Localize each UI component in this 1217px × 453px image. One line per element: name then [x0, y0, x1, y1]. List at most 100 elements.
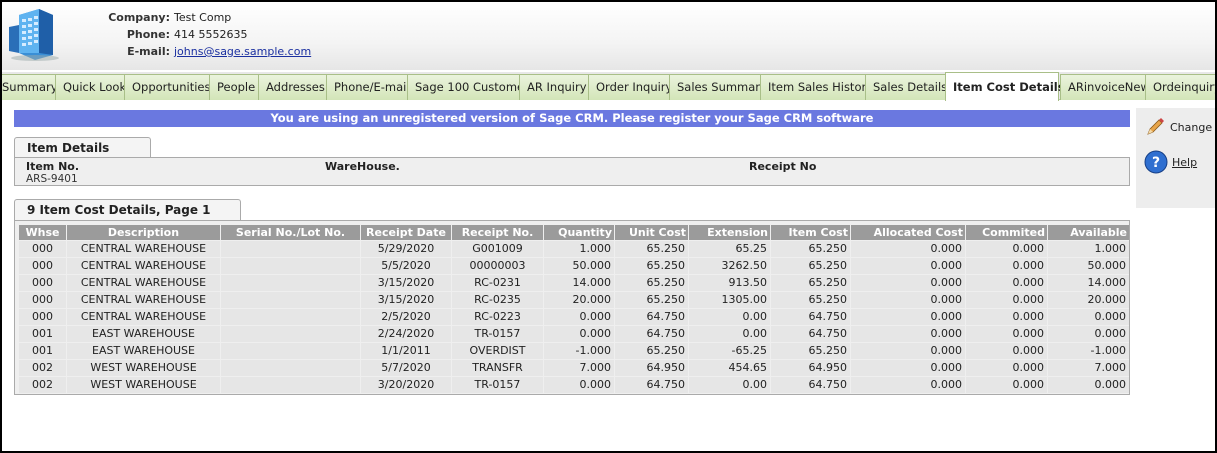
tab-opportunities[interactable]: Opportunities [124, 74, 210, 100]
column-header[interactable]: Quantity [544, 225, 614, 240]
tab-arinvoicenew[interactable]: ARinvoiceNew [1060, 74, 1150, 100]
table-cell: 5/29/2020 [361, 241, 451, 257]
table-cell: 65.250 [771, 275, 850, 291]
item-details-tab: Item Details [14, 137, 151, 158]
table-row: 000 CENTRAL WAREHOUSE 5/5/2020 00000003 50.0… [19, 258, 1129, 274]
column-header[interactable]: Unit Cost [615, 225, 688, 240]
table-cell: 20.000 [544, 292, 614, 308]
table-cell: 7.000 [1048, 360, 1129, 376]
tab-bar: Summary Quick Look Opportunities People Addr… [2, 72, 1215, 101]
table-cell: 00000003 [452, 258, 543, 274]
table-cell: 14.000 [1048, 275, 1129, 291]
table-cell: 65.250 [615, 241, 688, 257]
table-cell: 65.250 [615, 258, 688, 274]
column-header[interactable]: Commited [966, 225, 1047, 240]
cost-details-table: Whse Description Serial No./Lot No. Receipt… [18, 224, 1130, 394]
table-cell: 64.750 [615, 309, 688, 325]
phone-value: 414 5552635 [174, 28, 248, 41]
table-cell: 65.250 [771, 241, 850, 257]
table-header-row: Whse Description Serial No./Lot No. Receipt… [19, 225, 1129, 240]
item-no-value: ARS-9401 [26, 173, 78, 185]
table-cell: 0.000 [966, 241, 1047, 257]
table-cell: 0.000 [851, 360, 965, 376]
tab-ordeinquiryn[interactable]: OrdeinquiryN [1145, 74, 1215, 100]
tab-sales-details[interactable]: Sales Details [865, 74, 947, 100]
table-cell: WEST WAREHOUSE [67, 377, 220, 393]
column-header[interactable]: Available [1048, 225, 1129, 240]
table-row: 000 CENTRAL WAREHOUSE 3/15/2020 RC-0235 20.0… [19, 292, 1129, 308]
table-row: 000 CENTRAL WAREHOUSE 5/29/2020 G001009 1.00… [19, 241, 1129, 257]
table-cell: 65.250 [771, 292, 850, 308]
table-cell: 0.000 [966, 292, 1047, 308]
column-header[interactable]: Receipt Date [361, 225, 451, 240]
table-cell: 0.000 [851, 292, 965, 308]
table-cell: -65.25 [689, 343, 770, 359]
column-header[interactable]: Description [67, 225, 220, 240]
table-cell: 50.000 [544, 258, 614, 274]
tab-phone-e-mail[interactable]: Phone/E-mail [326, 74, 410, 100]
tab-quick-look[interactable]: Quick Look [55, 74, 126, 100]
column-header[interactable]: Allocated Cost [851, 225, 965, 240]
tab-addresses[interactable]: Addresses [258, 74, 327, 100]
table-cell: 0.000 [851, 258, 965, 274]
email-link[interactable]: johns@sage.sample.com [174, 44, 311, 60]
help-button[interactable]: ? Help [1144, 149, 1197, 175]
table-cell: 0.00 [689, 309, 770, 325]
tab-summary[interactable]: Summary [2, 74, 58, 100]
table-cell: 1305.00 [689, 292, 770, 308]
table-cell: EAST WAREHOUSE [67, 343, 220, 359]
table-row: 001 EAST WAREHOUSE 2/24/2020 TR-0157 0.000 64… [19, 326, 1129, 342]
column-header[interactable]: Item Cost [771, 225, 850, 240]
column-header[interactable]: Extension [689, 225, 770, 240]
tab-item-sales-history[interactable]: Item Sales History [760, 74, 873, 100]
company-label: Company: [108, 11, 170, 24]
tab-order-inquiry[interactable]: Order Inquiry [588, 74, 672, 100]
table-cell: 002 [19, 360, 66, 376]
table-cell: -1.000 [1048, 343, 1129, 359]
table-row: 000 CENTRAL WAREHOUSE 2/5/2020 RC-0223 0.000… [19, 309, 1129, 325]
table-cell: TR-0157 [452, 326, 543, 342]
table-cell: 64.950 [615, 360, 688, 376]
tab-item-cost-details[interactable]: Item Cost Details [945, 72, 1065, 101]
table-cell: 0.000 [544, 326, 614, 342]
cost-details-tab: 9 Item Cost Details, Page 1 of 1 [14, 199, 241, 237]
table-row: 000 CENTRAL WAREHOUSE 3/15/2020 RC-0231 14.0… [19, 275, 1129, 291]
table-cell: CENTRAL WAREHOUSE [67, 241, 220, 257]
table-cell: 0.000 [966, 360, 1047, 376]
table-cell: 0.00 [689, 326, 770, 342]
column-header[interactable]: Receipt No. [452, 225, 543, 240]
company-value: Test Comp [174, 11, 232, 24]
phone-label: Phone: [126, 28, 170, 41]
change-label: Change [1170, 120, 1213, 134]
tab-sales-summary[interactable]: Sales Summary [669, 74, 767, 100]
tab-people[interactable]: People [209, 74, 259, 100]
item-details-panel: Item No. ARS-9401 WareHouse. Receipt No [14, 157, 1130, 186]
table-cell: TRANSFR [452, 360, 543, 376]
table-cell: 65.250 [615, 292, 688, 308]
change-button[interactable]: Change [1144, 114, 1212, 140]
table-cell: 0.000 [1048, 309, 1129, 325]
table-cell: 000 [19, 258, 66, 274]
table-row: 002 WEST WAREHOUSE 3/20/2020 TR-0157 0.000 64… [19, 377, 1129, 393]
warehouse-label: WareHouse. [325, 160, 400, 173]
table-cell: 0.000 [851, 377, 965, 393]
help-label: Help [1172, 155, 1198, 169]
column-header[interactable]: Serial No./Lot No. [221, 225, 360, 240]
crm-window: Company: Test Comp Phone: 414 5552635 E-… [0, 0, 1217, 453]
svg-text:?: ? [1152, 155, 1160, 171]
table-cell: WEST WAREHOUSE [67, 360, 220, 376]
tab-sage-100-customer[interactable]: Sage 100 Customer [407, 74, 529, 100]
table-cell [221, 326, 360, 342]
table-cell: 64.750 [615, 326, 688, 342]
table-cell: 0.000 [851, 309, 965, 325]
tab-ar-inquiry[interactable]: AR Inquiry [519, 74, 589, 100]
column-header[interactable]: Whse [19, 225, 66, 240]
table-cell: OVERDIST [452, 343, 543, 359]
table-row: 001 EAST WAREHOUSE 1/1/2011 OVERDIST -1.000 6… [19, 343, 1129, 359]
receipt-no-label: Receipt No [749, 160, 817, 173]
table-cell: 0.000 [851, 241, 965, 257]
table-cell: 5/5/2020 [361, 258, 451, 274]
table-cell: RC-0231 [452, 275, 543, 291]
table-cell: 0.000 [851, 343, 965, 359]
table-cell: 0.000 [544, 309, 614, 325]
